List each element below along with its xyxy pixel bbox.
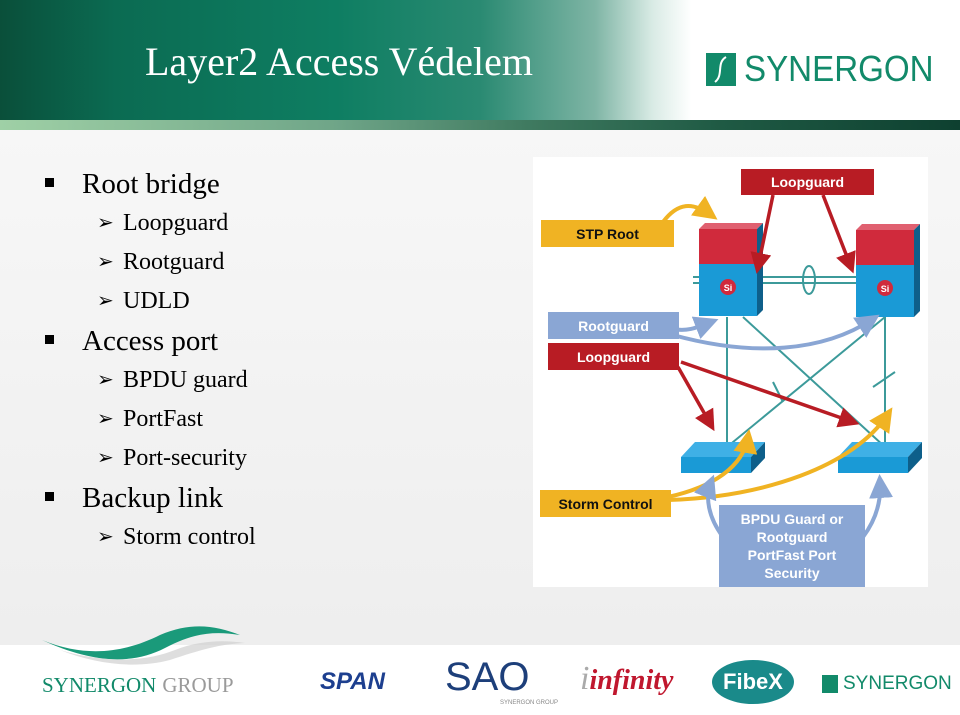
sub-bullet-item: ➢ Storm control [45,518,256,557]
square-bullet-icon [45,178,54,187]
loopguard-top-label: Loopguard [741,169,874,195]
sub-bullet-text: Storm control [123,524,256,550]
group-logo-primary: SYNERGON [42,673,157,697]
sub-bullet-text: PortFast [123,406,204,432]
sub-bullet-text: Port-security [123,445,247,471]
distribution-switch-left: Si [699,223,763,316]
sub-bullet-item: ➢ Rootguard [45,243,256,282]
distribution-switch-right: Si [856,224,920,317]
arrow-bullet-icon: ➢ [97,526,114,548]
partner-logo-infinity: iinfinity [580,660,673,698]
access-label-line: Security [764,565,820,581]
partner-logo-sao: SAO SYNERGON GROUP [445,655,558,706]
svg-text:Si: Si [881,284,890,294]
access-protection-label: BPDU Guard or Rootguard PortFast Port Se… [719,505,865,587]
partner-logo-span: SPAN [320,668,385,696]
synergon-group-logo: SYNERGON GROUP [42,673,234,698]
synergon-wave-icon [42,626,245,665]
sub-bullet-text: Loopguard [123,210,229,236]
partner-logo-synergon: SYNERGON [822,673,952,695]
bullet-item: Root bridge [45,164,256,204]
sub-bullet-text: UDLD [123,288,190,314]
bullet-text: Backup link [82,482,223,514]
partner-name: SAO [445,655,530,699]
group-logo-secondary: GROUP [162,673,234,697]
sub-bullet-item: ➢ PortFast [45,400,256,439]
square-bullet-icon [45,492,54,501]
synergon-logo-mark-icon [706,52,736,86]
sub-bullet-item: ➢ Port-security [45,439,256,478]
bullet-list: Root bridge ➢ Loopguard ➢ Rootguard ➢ UDLD … [45,164,256,557]
header-stripe [0,120,960,130]
sub-bullet-item: ➢ Loopguard [45,204,256,243]
partner-name: FibeX [723,669,783,694]
access-switch-right [838,442,922,473]
rootguard-label: Rootguard [548,312,679,339]
bullet-item: Access port [45,321,256,361]
arrow-bullet-icon: ➢ [97,251,114,273]
access-label-line: BPDU Guard or [740,511,844,527]
slide-title: Layer2 Access Védelem [145,39,533,84]
access-label-line: Rootguard [756,529,828,545]
bullet-item: Backup link [45,478,256,518]
stp-root-label: STP Root [541,220,674,247]
bullet-text: Access port [82,325,219,357]
sub-bullet-text: BPDU guard [123,367,248,393]
etherchannel-icon [802,265,816,295]
partner-tagline: SYNERGON GROUP [500,700,559,706]
arrow-bullet-icon: ➢ [97,290,114,312]
access-switch-left [681,442,765,473]
partner-name: SPAN [320,668,385,695]
sub-bullet-item: ➢ UDLD [45,282,256,321]
arrow-bullet-icon: ➢ [97,212,114,234]
svg-text:Si: Si [724,283,733,293]
loopguard-mid-label: Loopguard [548,343,679,370]
bullet-text: Root bridge [82,168,220,200]
access-label-line: PortFast Port [747,547,837,563]
partner-name: SYNERGON [843,673,952,694]
link [742,316,886,448]
square-bullet-icon [45,335,54,344]
network-diagram: Si Si Loopguard STP Root Rootguard Loopg… [533,157,928,587]
loopguard-arrow-mid-left [676,366,715,432]
partner-name: infinity [589,665,674,696]
arrow-bullet-icon: ➢ [97,408,114,430]
arrow-bullet-icon: ➢ [97,447,114,469]
arrow-bullet-icon: ➢ [97,369,114,391]
synergon-mark-icon [822,675,838,693]
sub-bullet-item: ➢ BPDU guard [45,361,256,400]
blocked-mark [772,381,784,403]
synergon-logo: SYNERGON [706,48,950,90]
storm-control-label: Storm Control [540,490,671,517]
loopguard-arrow-right [821,194,856,274]
partner-logo-fibex: FibeX [712,660,794,704]
sub-bullet-text: Rootguard [123,249,225,275]
access-arrow-right [861,474,894,539]
link [726,316,886,448]
slide-header: Layer2 Access Védelem SYNERGON [0,0,960,120]
synergon-logo-text: SYNERGON [744,48,934,89]
